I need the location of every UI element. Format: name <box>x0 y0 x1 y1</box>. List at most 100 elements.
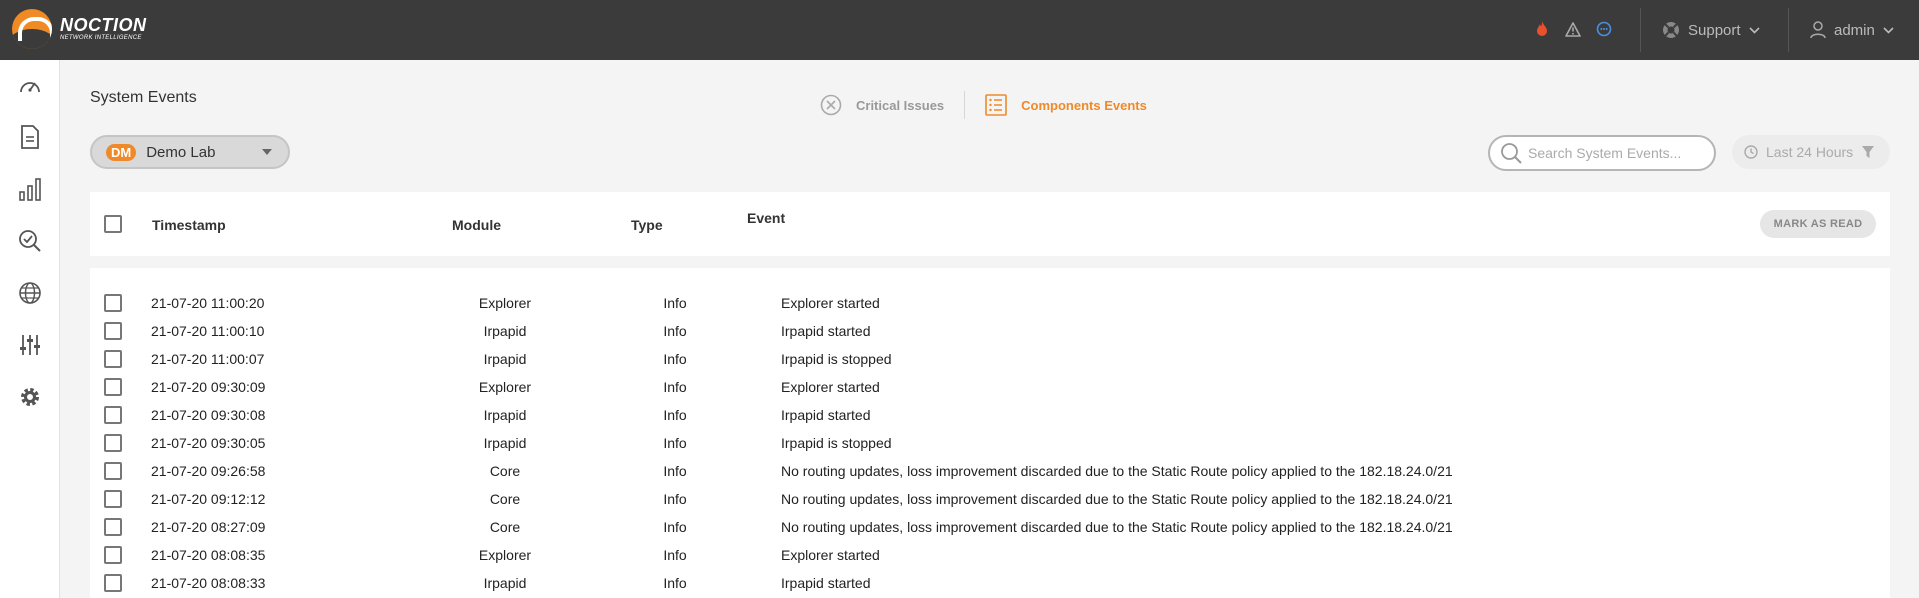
tab-divider <box>964 91 966 119</box>
row-event: Irpapid is stopped <box>781 351 892 367</box>
row-checkbox[interactable] <box>104 434 122 452</box>
row-event: Explorer started <box>781 295 880 311</box>
search-box <box>1488 135 1716 171</box>
row-checkbox[interactable] <box>104 490 122 508</box>
row-timestamp: 21-07-20 11:00:07 <box>151 351 265 367</box>
row-event: Explorer started <box>781 379 880 395</box>
brand-tagline: NETWORK INTELLIGENCE <box>60 35 142 41</box>
lifebuoy-icon <box>1663 22 1679 38</box>
row-timestamp: 21-07-20 11:00:10 <box>151 323 265 339</box>
row-type: Info <box>663 379 687 395</box>
events-table-body: 21-07-20 11:00:20 Explorer Info Explorer… <box>90 268 1890 598</box>
chevron-down-icon <box>1748 26 1760 34</box>
row-event: Explorer started <box>781 547 880 563</box>
row-checkbox[interactable] <box>104 574 122 592</box>
row-module: Explorer <box>478 379 532 395</box>
row-event: Irpapid started <box>781 575 871 591</box>
charts-icon[interactable] <box>17 176 43 202</box>
table-row: 21-07-20 11:00:10 Irpapid Info Irpapid s… <box>90 318 1890 346</box>
row-event: Irpapid is stopped <box>781 435 892 451</box>
row-timestamp: 21-07-20 09:26:58 <box>151 463 266 479</box>
row-event: No routing updates, loss improvement dis… <box>781 491 1453 507</box>
tab-critical-issues[interactable]: Critical Issues <box>820 94 944 116</box>
table-row: 21-07-20 11:00:07 Irpapid Info Irpapid i… <box>90 346 1890 374</box>
row-module: Irpapid <box>483 435 527 451</box>
row-timestamp: 21-07-20 09:12:12 <box>151 491 266 507</box>
topbar-divider <box>1788 8 1789 52</box>
row-checkbox[interactable] <box>104 406 122 424</box>
caret-down-icon <box>262 149 272 155</box>
row-type: Info <box>663 295 687 311</box>
row-checkbox[interactable] <box>104 546 122 564</box>
table-row: 21-07-20 09:26:58 Core Info No routing u… <box>90 458 1890 486</box>
time-range-filter[interactable]: Last 24 Hours <box>1732 135 1890 169</box>
chevron-down-icon <box>1883 26 1894 34</box>
table-row: 21-07-20 08:27:09 Core Info No routing u… <box>90 514 1890 542</box>
header-event[interactable]: Event <box>747 210 785 226</box>
list-icon <box>985 94 1007 116</box>
row-module: Explorer <box>478 547 532 563</box>
row-type: Info <box>663 519 687 535</box>
row-module: Explorer <box>478 295 532 311</box>
row-type: Info <box>663 547 687 563</box>
row-event: Irpapid started <box>781 407 871 423</box>
time-range-label: Last 24 Hours <box>1766 144 1854 160</box>
row-module: Core <box>489 463 521 479</box>
chat-icon[interactable] <box>1595 20 1613 38</box>
row-checkbox[interactable] <box>104 518 122 536</box>
fire-icon[interactable] <box>1533 20 1551 38</box>
row-module: Irpapid <box>483 323 527 339</box>
row-module: Core <box>489 491 521 507</box>
row-type: Info <box>663 575 687 591</box>
support-label: Support <box>1688 21 1741 39</box>
select-all-checkbox[interactable] <box>104 215 122 233</box>
row-checkbox[interactable] <box>104 322 122 340</box>
tab-components-events[interactable]: Components Events <box>985 94 1147 116</box>
row-timestamp: 21-07-20 09:30:08 <box>151 407 266 423</box>
row-type: Info <box>663 435 687 451</box>
table-row: 21-07-20 08:08:33 Irpapid Info Irpapid s… <box>90 570 1890 598</box>
row-checkbox[interactable] <box>104 378 122 396</box>
globe-icon[interactable] <box>17 280 43 306</box>
sliders-icon[interactable] <box>17 332 43 358</box>
warning-icon[interactable] <box>1564 20 1582 38</box>
row-timestamp: 21-07-20 08:27:09 <box>151 519 266 535</box>
logo-mark-icon <box>12 9 52 49</box>
event-tabs: Critical Issues Components Events <box>820 90 1147 120</box>
close-circle-icon <box>820 94 842 116</box>
row-type: Info <box>663 323 687 339</box>
row-checkbox[interactable] <box>104 294 122 312</box>
table-row: 21-07-20 09:30:09 Explorer Info Explorer… <box>90 374 1890 402</box>
mark-as-read-button[interactable]: MARK AS READ <box>1760 210 1876 238</box>
search-icon <box>1501 143 1522 164</box>
user-menu[interactable]: admin <box>1810 19 1894 41</box>
header-module[interactable]: Module <box>452 217 501 233</box>
row-timestamp: 21-07-20 11:00:20 <box>151 295 265 311</box>
brand-name: NOCTION <box>60 15 147 35</box>
row-timestamp: 21-07-20 09:30:09 <box>151 379 266 395</box>
user-label: admin <box>1834 21 1875 39</box>
row-module: Irpapid <box>483 407 527 423</box>
row-type: Info <box>663 463 687 479</box>
header-type[interactable]: Type <box>631 217 663 233</box>
row-checkbox[interactable] <box>104 462 122 480</box>
support-menu[interactable]: Support <box>1662 19 1760 41</box>
table-row: 21-07-20 11:00:20 Explorer Info Explorer… <box>90 290 1890 318</box>
page-title: System Events <box>90 89 197 106</box>
search-input[interactable] <box>1528 145 1708 161</box>
gear-icon[interactable] <box>17 384 43 410</box>
top-bar: NOCTION NETWORK INTELLIGENCE Support adm… <box>0 0 1919 60</box>
sidebar <box>0 60 60 598</box>
dashboard-icon[interactable] <box>17 73 43 99</box>
row-type: Info <box>663 407 687 423</box>
lab-select[interactable]: DM Demo Lab <box>90 135 290 169</box>
row-checkbox[interactable] <box>104 350 122 368</box>
table-row: 21-07-20 08:08:35 Explorer Info Explorer… <box>90 542 1890 570</box>
row-timestamp: 21-07-20 08:08:33 <box>151 575 266 591</box>
header-timestamp[interactable]: Timestamp <box>152 217 226 233</box>
noction-logo[interactable]: NOCTION NETWORK INTELLIGENCE <box>12 9 147 49</box>
reports-icon[interactable] <box>17 124 43 150</box>
topbar-divider <box>1640 8 1641 52</box>
search-check-icon[interactable] <box>17 228 43 254</box>
row-timestamp: 21-07-20 09:30:05 <box>151 435 266 451</box>
